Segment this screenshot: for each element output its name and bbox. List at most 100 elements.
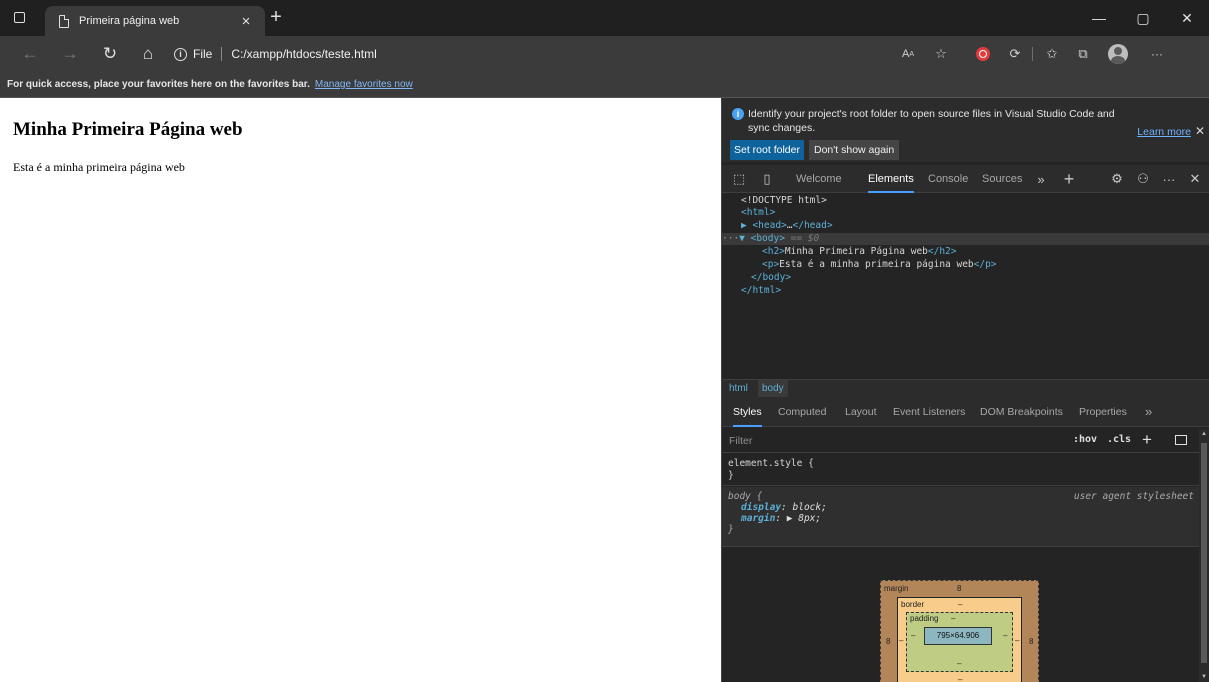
infobar-message: Identify your project's root folder to o… bbox=[748, 108, 1115, 134]
settings-gear-icon[interactable]: ⚙ bbox=[1108, 170, 1126, 188]
box-model-padding[interactable]: padding – – – – 795×64.906 bbox=[906, 612, 1013, 672]
minimize-button[interactable]: — bbox=[1077, 0, 1121, 36]
box-model-content-size[interactable]: 795×64.906 bbox=[924, 627, 992, 645]
dom-node-html[interactable]: <html> bbox=[741, 207, 775, 219]
dom-node-head[interactable]: ▶ <head>…</head> bbox=[741, 220, 833, 232]
dom-node-body-close[interactable]: </body> bbox=[751, 272, 791, 284]
vscode-infobar: i Identify your project's root folder to… bbox=[722, 98, 1209, 162]
dom-node-h2[interactable]: <h2>Minha Primeira Página web</h2> bbox=[762, 246, 957, 258]
scrollbar-thumb[interactable] bbox=[1201, 443, 1207, 663]
border-right-value[interactable]: – bbox=[1015, 636, 1019, 645]
border-bottom-value[interactable]: – bbox=[958, 675, 962, 682]
close-devtools-icon[interactable]: ✕ bbox=[1186, 170, 1204, 188]
subtab-styles[interactable]: Styles bbox=[733, 397, 762, 427]
tab-welcome[interactable]: Welcome bbox=[796, 165, 842, 193]
margin-left-value[interactable]: 8 bbox=[886, 637, 890, 646]
padding-left-value[interactable]: – bbox=[911, 631, 915, 640]
tab-elements[interactable]: Elements bbox=[868, 165, 914, 193]
learn-more-link[interactable]: Learn more bbox=[1137, 126, 1191, 138]
toggle-sidebar-icon[interactable] bbox=[1175, 435, 1187, 445]
border-top-value[interactable]: – bbox=[958, 600, 962, 609]
info-icon[interactable]: i bbox=[174, 47, 187, 61]
elements-dom-tree: <!DOCTYPE html> <html> ▶ <head>…</head> … bbox=[722, 193, 1209, 375]
browser-tab[interactable]: Primeira página web × bbox=[45, 6, 265, 36]
border-left-value[interactable]: – bbox=[899, 636, 903, 645]
settings-more-icon[interactable]: ··· bbox=[1146, 43, 1168, 65]
page-heading: Minha Primeira Página web bbox=[13, 119, 243, 140]
scroll-down-icon[interactable]: ▼ bbox=[1200, 674, 1208, 680]
dom-node-doctype[interactable]: <!DOCTYPE html> bbox=[741, 195, 827, 207]
favorites-icon[interactable]: ✩ bbox=[1041, 43, 1063, 65]
class-toggle[interactable]: .cls bbox=[1107, 434, 1131, 445]
read-aloud-icon[interactable]: AA bbox=[897, 43, 919, 65]
dom-node-html-close[interactable]: </html> bbox=[741, 285, 781, 297]
node-actions-dots[interactable]: ··· bbox=[722, 233, 739, 244]
tab-close-icon[interactable]: × bbox=[235, 13, 257, 30]
tab-actions-icon[interactable] bbox=[10, 8, 28, 26]
extension-adblock-icon[interactable] bbox=[972, 43, 994, 65]
dom-node-body-selected[interactable]: ···▼ <body> == $0 bbox=[722, 233, 1209, 245]
page-paragraph: Esta é a minha primeira página web bbox=[13, 160, 185, 174]
padding-bottom-value[interactable]: – bbox=[957, 659, 961, 668]
tab-console[interactable]: Console bbox=[928, 165, 968, 193]
more-tabs-icon[interactable]: » bbox=[1032, 170, 1050, 188]
element-style-close: } bbox=[728, 470, 734, 481]
home-icon[interactable]: ⌂ bbox=[136, 43, 160, 65]
refresh-icon[interactable]: ↻ bbox=[98, 43, 122, 65]
manage-favorites-link[interactable]: Manage favorites now bbox=[315, 79, 413, 90]
subtab-event-listeners[interactable]: Event Listeners bbox=[893, 397, 965, 427]
breadcrumb-html[interactable]: html bbox=[729, 380, 748, 398]
infobar-close-icon[interactable]: ✕ bbox=[1195, 124, 1205, 138]
tab-sources[interactable]: Sources bbox=[982, 165, 1022, 193]
box-model-border[interactable]: border – – – – padding – – – – 795×64.90… bbox=[897, 597, 1022, 682]
feedback-icon[interactable]: ⚇ bbox=[1134, 170, 1152, 188]
close-window-button[interactable]: ✕ bbox=[1165, 0, 1209, 36]
body-open-tag: ▼ <body> bbox=[739, 233, 785, 244]
dont-show-again-button[interactable]: Don't show again bbox=[809, 140, 900, 160]
styles-rules: element.style { } body { user agent styl… bbox=[722, 454, 1200, 682]
margin-top-value[interactable]: 8 bbox=[957, 584, 961, 593]
restore-button[interactable]: ▢ bbox=[1121, 0, 1165, 36]
subtab-computed[interactable]: Computed bbox=[778, 397, 826, 427]
scroll-up-icon[interactable]: ▲ bbox=[1200, 431, 1208, 437]
padding-right-value[interactable]: – bbox=[1003, 631, 1007, 640]
subtab-properties[interactable]: Properties bbox=[1079, 397, 1127, 427]
url-box[interactable]: i File C:/xampp/htdocs/teste.html bbox=[174, 42, 377, 66]
collections-icon[interactable]: ⧉ bbox=[1072, 43, 1094, 65]
inspect-element-icon[interactable]: ⬚ bbox=[730, 170, 748, 188]
subtab-dom-breakpoints[interactable]: DOM Breakpoints bbox=[980, 397, 1063, 427]
new-style-rule-icon[interactable]: + bbox=[1142, 430, 1152, 450]
padding-top-value[interactable]: – bbox=[951, 614, 955, 623]
back-icon[interactable]: ← bbox=[18, 43, 42, 65]
body-rule-prop-display[interactable]: display: block; bbox=[728, 502, 1194, 513]
more-options-icon[interactable]: ··· bbox=[1160, 170, 1178, 188]
styles-filter-input[interactable]: Filter bbox=[729, 435, 752, 447]
more-subtabs-icon[interactable]: » bbox=[1145, 397, 1152, 427]
margin-right-value[interactable]: 8 bbox=[1029, 637, 1033, 646]
body-style-rule[interactable]: body { user agent stylesheet display: bl… bbox=[722, 487, 1200, 547]
padding-label: padding bbox=[910, 614, 939, 623]
add-favorite-icon[interactable]: ☆ bbox=[930, 43, 952, 65]
dom-node-p[interactable]: <p>Esta é a minha primeira página web</p… bbox=[762, 259, 997, 271]
new-tab-button[interactable]: + bbox=[265, 7, 287, 29]
device-emulation-icon[interactable]: ▯ bbox=[758, 170, 776, 188]
element-style-rule[interactable]: element.style { } bbox=[722, 454, 1200, 486]
prop-name-margin: margin bbox=[741, 513, 776, 524]
element-style-selector: element.style { bbox=[728, 458, 814, 469]
head-close-tag: </head> bbox=[792, 220, 833, 231]
body-rule-prop-margin[interactable]: margin: ▶ 8px; bbox=[728, 513, 1194, 524]
forward-icon[interactable]: → bbox=[58, 43, 82, 65]
box-model-margin[interactable]: margin 8 8 8 border – – – – padding – – … bbox=[880, 580, 1039, 682]
subtab-layout[interactable]: Layout bbox=[845, 397, 877, 427]
profile-avatar[interactable] bbox=[1107, 43, 1129, 65]
styles-scrollbar[interactable]: ▲ ▼ bbox=[1199, 429, 1209, 682]
hover-state-toggle[interactable]: :hov bbox=[1073, 434, 1097, 445]
web-page-content: Minha Primeira Página web Esta é a minha… bbox=[0, 98, 721, 682]
breadcrumb-body[interactable]: body bbox=[758, 380, 788, 398]
add-tab-icon[interactable]: + bbox=[1060, 169, 1078, 189]
url-text[interactable]: C:/xampp/htdocs/teste.html bbox=[231, 47, 376, 61]
p-text: Esta é a minha primeira página web bbox=[779, 259, 974, 270]
extensions-icon[interactable]: ⟳ bbox=[1004, 43, 1026, 65]
set-root-folder-button[interactable]: Set root folder bbox=[730, 140, 804, 160]
box-model-diagram: margin 8 8 8 border – – – – padding – – … bbox=[722, 548, 1200, 682]
